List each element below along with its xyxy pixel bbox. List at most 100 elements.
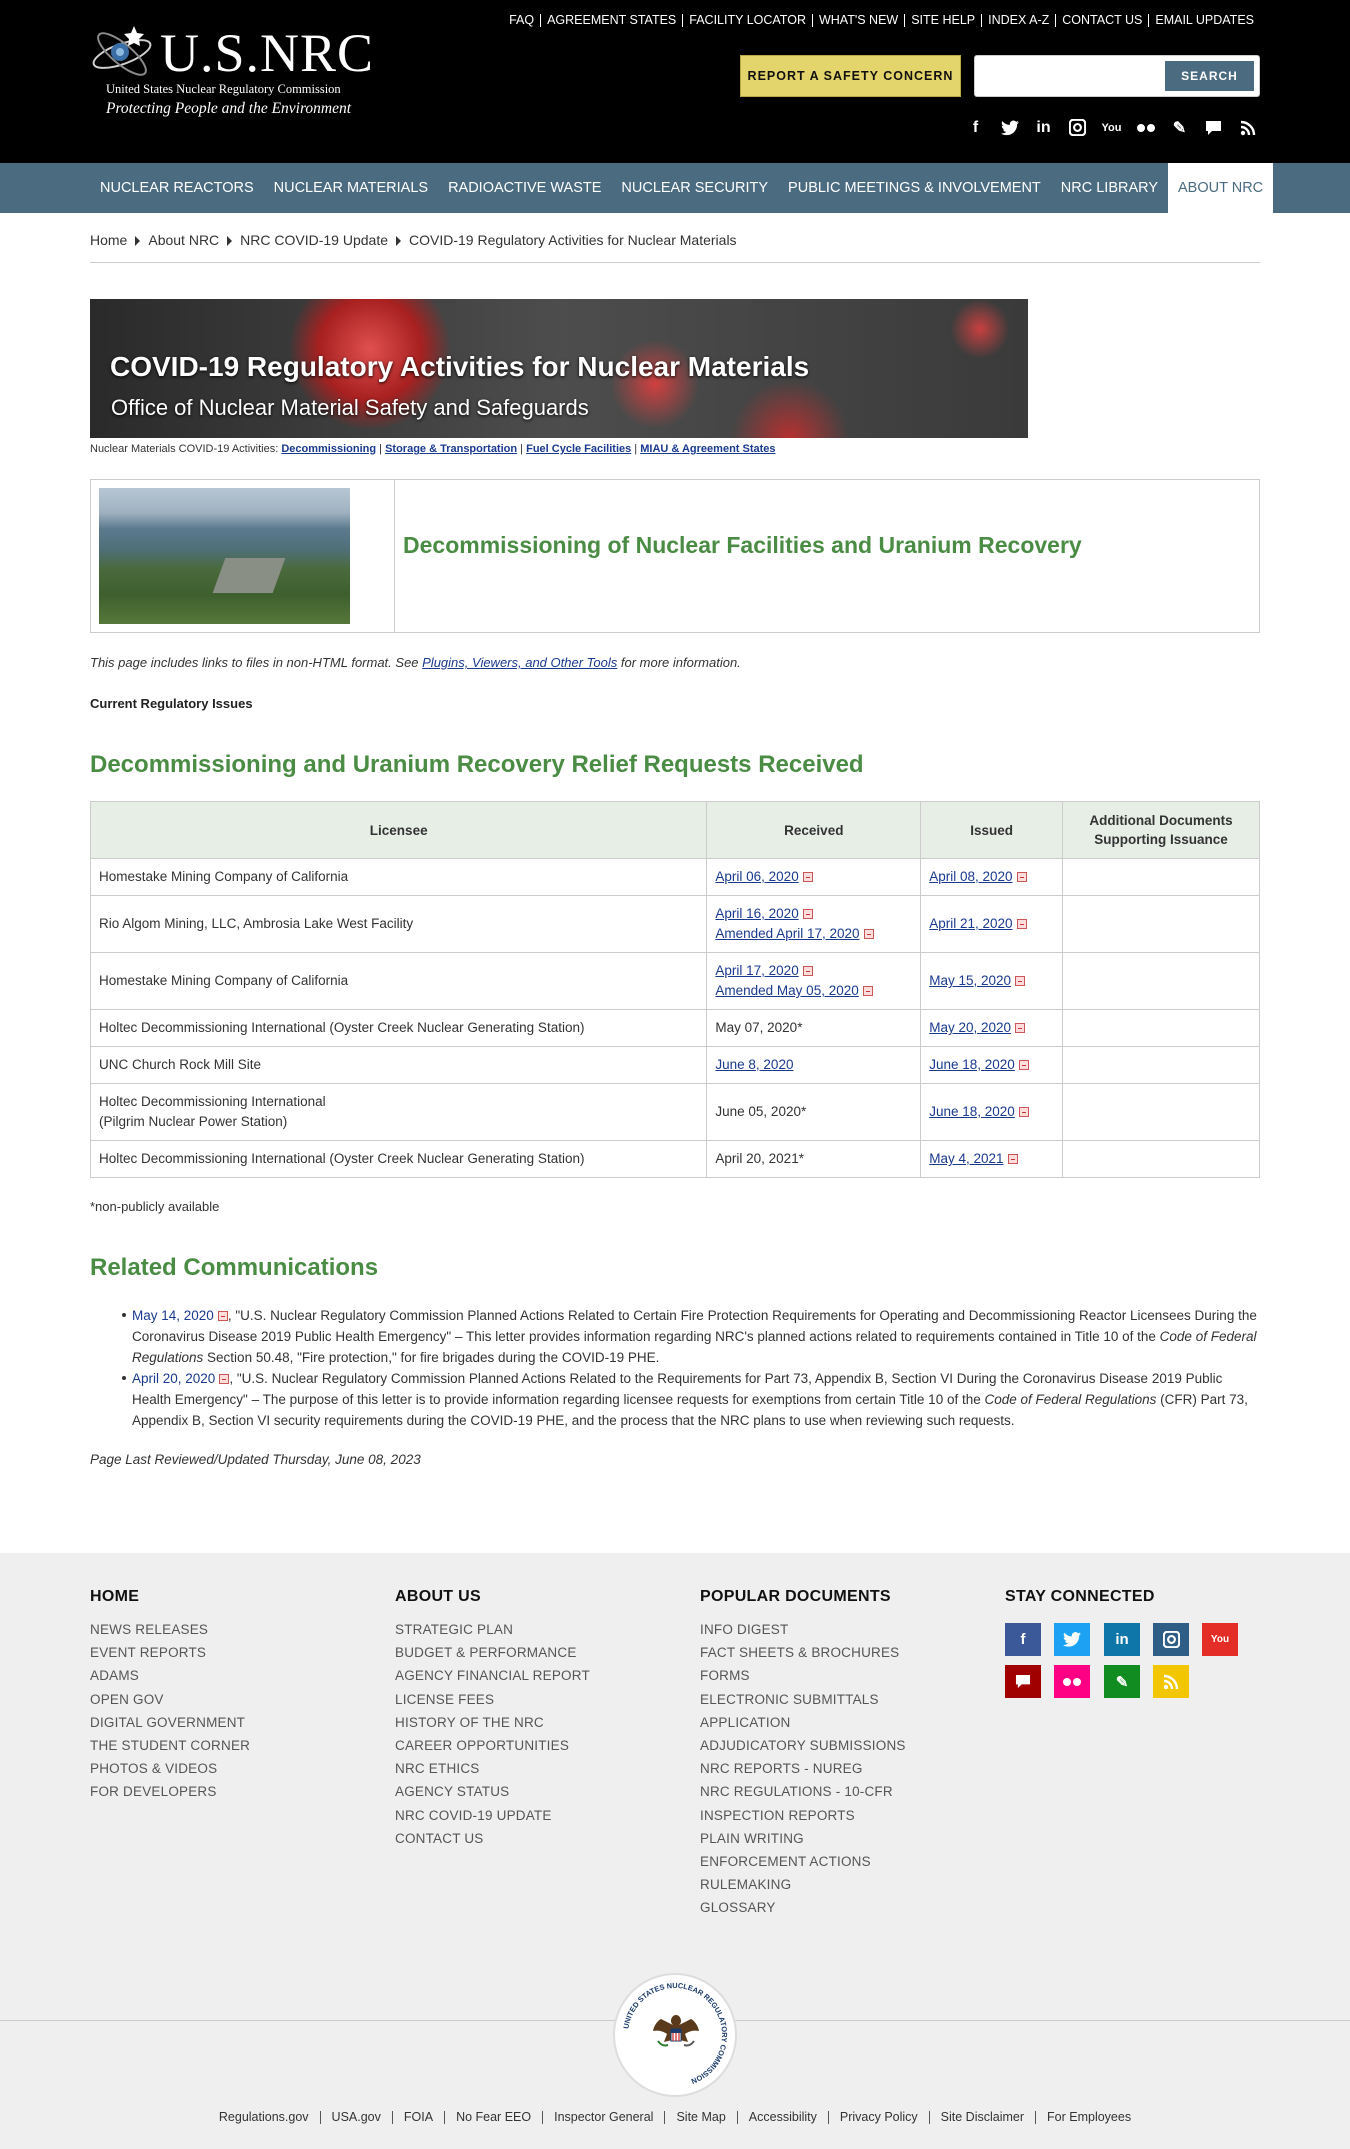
footer-link[interactable]: ADJUDICATORY SUBMISSIONS (700, 1734, 906, 1757)
footer-link[interactable]: APPLICATION (700, 1711, 906, 1734)
footer-link[interactable]: DIGITAL GOVERNMENT (90, 1711, 250, 1734)
twitter-icon[interactable] (999, 117, 1020, 138)
footer-col-title[interactable]: HOME (90, 1588, 250, 1606)
footer-link-foia[interactable]: FOIA (391, 2111, 444, 2124)
instagram-icon[interactable] (1067, 117, 1088, 138)
rss-icon[interactable] (1153, 1665, 1189, 1698)
received-link[interactable]: April 17, 2020 (715, 963, 798, 978)
search-input[interactable] (983, 64, 1143, 90)
footer-link[interactable]: FOR DEVELOPERS (90, 1780, 250, 1803)
footer-link[interactable]: INSPECTION REPORTS (700, 1804, 906, 1827)
footer-link-inspector-general[interactable]: Inspector General (542, 2111, 664, 2124)
nav-about-nrc[interactable]: ABOUT NRC (1168, 163, 1274, 213)
footer-link[interactable]: OPEN GOV (90, 1688, 250, 1711)
link-decommissioning[interactable]: Decommissioning (281, 443, 376, 455)
issued-link[interactable]: May 4, 2021 (929, 1151, 1003, 1166)
footer-link-regulations-gov[interactable]: Regulations.gov (208, 2111, 320, 2124)
flickr-icon[interactable] (1054, 1665, 1090, 1698)
facebook-icon[interactable]: f (965, 117, 986, 138)
received-link[interactable]: April 06, 2020 (715, 869, 798, 884)
footer-link[interactable]: GLOSSARY (700, 1896, 906, 1919)
plugins-link[interactable]: Plugins, Viewers, and Other Tools (422, 655, 617, 670)
utility-link-email-updates[interactable]: EMAIL UPDATES (1148, 14, 1260, 27)
issued-link[interactable]: May 20, 2020 (929, 1020, 1011, 1035)
linkedin-icon[interactable]: in (1104, 1623, 1140, 1656)
facebook-icon[interactable]: f (1005, 1623, 1041, 1656)
footer-link[interactable]: NRC REPORTS - NUREG (700, 1757, 906, 1780)
received-link[interactable]: April 16, 2020 (715, 906, 798, 921)
related-date-link[interactable]: April 20, 2020 (132, 1371, 215, 1386)
instagram-icon[interactable] (1153, 1623, 1189, 1656)
footer-link-accessibility[interactable]: Accessibility (736, 2111, 828, 2124)
report-safety-concern-button[interactable]: REPORT A SAFETY CONCERN (740, 55, 961, 97)
nav-public-meetings[interactable]: PUBLIC MEETINGS & INVOLVEMENT (778, 163, 1051, 213)
search-button[interactable]: SEARCH (1165, 61, 1254, 91)
comment-icon[interactable] (1005, 1665, 1041, 1698)
rss-icon[interactable] (1237, 117, 1258, 138)
utility-link-facility-locator[interactable]: FACILITY LOCATOR (682, 14, 812, 27)
link-fuel-cycle[interactable]: Fuel Cycle Facilities (526, 443, 631, 455)
footer-link-disclaimer[interactable]: Site Disclaimer (928, 2111, 1035, 2124)
footer-link[interactable]: BUDGET & PERFORMANCE (395, 1641, 590, 1664)
utility-link-index[interactable]: INDEX A-Z (981, 14, 1055, 27)
footer-link[interactable]: INFO DIGEST (700, 1618, 906, 1641)
utility-link-whats-new[interactable]: WHAT'S NEW (811, 14, 904, 27)
link-storage-transportation[interactable]: Storage & Transportation (385, 443, 517, 455)
related-date-link[interactable]: May 14, 2020 (132, 1308, 214, 1323)
footer-link-usa-gov[interactable]: USA.gov (319, 2111, 392, 2124)
footer-link[interactable]: FORMS (700, 1664, 906, 1687)
footer-link[interactable]: CONTACT US (395, 1827, 590, 1850)
nav-nuclear-materials[interactable]: NUCLEAR MATERIALS (264, 163, 438, 213)
issued-link[interactable]: April 21, 2020 (929, 916, 1012, 931)
footer-link[interactable]: THE STUDENT CORNER (90, 1734, 250, 1757)
footer-col-title[interactable]: POPULAR DOCUMENTS (700, 1588, 906, 1606)
footer-link-employees[interactable]: For Employees (1035, 2111, 1142, 2124)
footer-link[interactable]: RULEMAKING (700, 1873, 906, 1896)
footer-link-no-fear[interactable]: No Fear EEO (444, 2111, 542, 2124)
linkedin-icon[interactable]: in (1033, 117, 1054, 138)
footer-link[interactable]: NRC ETHICS (395, 1757, 590, 1780)
amended-received-link[interactable]: Amended May 05, 2020 (715, 983, 858, 998)
footer-link[interactable]: PLAIN WRITING (700, 1827, 906, 1850)
nav-nuclear-reactors[interactable]: NUCLEAR REACTORS (90, 163, 264, 213)
twitter-icon[interactable] (1054, 1623, 1090, 1656)
footer-link[interactable]: ADAMS (90, 1664, 250, 1687)
utility-link-faq[interactable]: FAQ (503, 14, 540, 27)
received-link[interactable]: June 8, 2020 (715, 1057, 793, 1072)
nav-radioactive-waste[interactable]: RADIOACTIVE WASTE (438, 163, 611, 213)
youtube-icon[interactable]: You (1202, 1623, 1238, 1656)
footer-link[interactable]: AGENCY FINANCIAL REPORT (395, 1664, 590, 1687)
amended-received-link[interactable]: Amended April 17, 2020 (715, 926, 859, 941)
breadcrumb-about-nrc[interactable]: About NRC (148, 232, 219, 248)
nrc-logo[interactable]: U.S.NRC United States Nuclear Regulatory… (90, 18, 373, 128)
footer-link[interactable]: NRC COVID-19 UPDATE (395, 1804, 590, 1827)
footer-link[interactable]: HISTORY OF THE NRC (395, 1711, 590, 1734)
flickr-icon[interactable] (1135, 117, 1156, 138)
link-miau-agreement-states[interactable]: MIAU & Agreement States (640, 443, 775, 455)
footer-link-site-map[interactable]: Site Map (664, 2111, 736, 2124)
utility-link-site-help[interactable]: SITE HELP (904, 14, 981, 27)
issued-link[interactable]: June 18, 2020 (929, 1057, 1015, 1072)
breadcrumb-covid-update[interactable]: NRC COVID-19 Update (240, 232, 388, 248)
utility-link-agreement-states[interactable]: AGREEMENT STATES (540, 14, 682, 27)
footer-link[interactable]: FACT SHEETS & BROCHURES (700, 1641, 906, 1664)
blog-icon[interactable]: ✎ (1169, 117, 1190, 138)
breadcrumb-home[interactable]: Home (90, 232, 127, 248)
footer-col-title[interactable]: ABOUT US (395, 1588, 590, 1606)
footer-link[interactable]: CAREER OPPORTUNITIES (395, 1734, 590, 1757)
youtube-icon[interactable]: You (1101, 117, 1122, 138)
footer-link[interactable]: PHOTOS & VIDEOS (90, 1757, 250, 1780)
issued-link[interactable]: April 08, 2020 (929, 869, 1012, 884)
footer-link[interactable]: ELECTRONIC SUBMITTALS (700, 1688, 906, 1711)
issued-link[interactable]: May 15, 2020 (929, 973, 1011, 988)
blog-icon[interactable]: ✎ (1104, 1665, 1140, 1698)
issued-link[interactable]: June 18, 2020 (929, 1104, 1015, 1119)
footer-link[interactable]: NEWS RELEASES (90, 1618, 250, 1641)
nav-nrc-library[interactable]: NRC LIBRARY (1051, 163, 1168, 213)
footer-link[interactable]: STRATEGIC PLAN (395, 1618, 590, 1641)
footer-link[interactable]: AGENCY STATUS (395, 1780, 590, 1803)
footer-link[interactable]: ENFORCEMENT ACTIONS (700, 1850, 906, 1873)
footer-link[interactable]: EVENT REPORTS (90, 1641, 250, 1664)
footer-link[interactable]: LICENSE FEES (395, 1688, 590, 1711)
comment-icon[interactable] (1203, 117, 1224, 138)
